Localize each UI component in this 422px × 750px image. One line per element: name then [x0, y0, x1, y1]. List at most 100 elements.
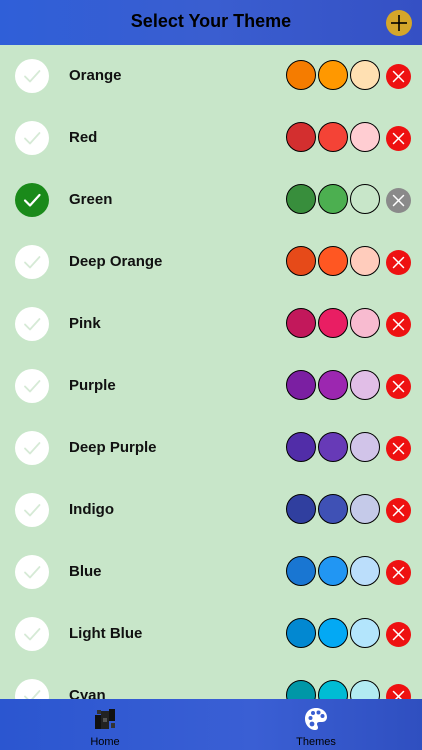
delete-theme-button[interactable] [386, 188, 411, 213]
color-swatch [318, 494, 348, 524]
close-icon [392, 566, 405, 579]
color-swatch [318, 680, 348, 699]
delete-theme-button[interactable] [386, 560, 411, 585]
tab-bar: Home Themes [0, 699, 422, 750]
close-icon [392, 442, 405, 455]
tab-themes[interactable]: Themes [266, 699, 366, 750]
select-theme-button[interactable] [15, 59, 49, 93]
color-swatch [286, 494, 316, 524]
color-swatch [318, 184, 348, 214]
theme-row[interactable]: Cyan [0, 665, 422, 699]
theme-row[interactable]: Blue [0, 541, 422, 603]
delete-theme-button[interactable] [386, 312, 411, 337]
theme-row[interactable]: Orange [0, 45, 422, 107]
theme-name: Deep Purple [69, 439, 157, 456]
color-swatch [286, 370, 316, 400]
delete-theme-button[interactable] [386, 126, 411, 151]
theme-row[interactable]: Deep Orange [0, 231, 422, 293]
close-icon [392, 194, 405, 207]
checkmark-icon [23, 193, 41, 207]
select-theme-button[interactable] [15, 555, 49, 589]
delete-theme-button[interactable] [386, 436, 411, 461]
color-swatch [318, 618, 348, 648]
theme-name: Deep Orange [69, 253, 163, 270]
delete-theme-button[interactable] [386, 498, 411, 523]
theme-name: Cyan [69, 687, 106, 699]
color-swatch [286, 556, 316, 586]
delete-theme-button[interactable] [386, 374, 411, 399]
close-icon [392, 70, 405, 83]
close-icon [392, 256, 405, 269]
add-theme-button[interactable] [386, 10, 412, 36]
delete-theme-button[interactable] [386, 622, 411, 647]
select-theme-button[interactable] [15, 431, 49, 465]
checkmark-icon [24, 566, 41, 579]
page-title: Select Your Theme [130, 11, 292, 31]
tab-themes-label: Themes [296, 736, 336, 748]
select-theme-button[interactable] [15, 369, 49, 403]
select-theme-button[interactable] [15, 617, 49, 651]
home-icon [95, 709, 115, 729]
theme-row[interactable]: Indigo [0, 479, 422, 541]
select-theme-button[interactable] [15, 307, 49, 341]
select-theme-button[interactable] [15, 245, 49, 279]
color-swatch [318, 308, 348, 338]
color-swatch [350, 680, 380, 699]
theme-row[interactable]: Red [0, 107, 422, 169]
checkmark-icon [24, 256, 41, 269]
top-bar: Select Your Theme [0, 0, 422, 45]
theme-name: Purple [69, 377, 116, 394]
color-swatch [318, 556, 348, 586]
color-swatch [350, 618, 380, 648]
close-icon [392, 132, 405, 145]
theme-row[interactable]: Green [0, 169, 422, 231]
theme-row[interactable]: Light Blue [0, 603, 422, 665]
close-icon [392, 504, 405, 517]
theme-row[interactable]: Deep Purple [0, 417, 422, 479]
color-swatch [286, 184, 316, 214]
select-theme-button[interactable] [15, 121, 49, 155]
select-theme-button[interactable] [15, 679, 49, 699]
color-swatch [286, 308, 316, 338]
delete-theme-button[interactable] [386, 684, 411, 699]
checkmark-icon [24, 690, 41, 699]
checkmark-icon [24, 70, 41, 83]
color-swatch [318, 246, 348, 276]
color-swatch [286, 432, 316, 462]
color-swatch [350, 246, 380, 276]
color-swatch [350, 308, 380, 338]
color-swatch [318, 122, 348, 152]
color-swatch [286, 680, 316, 699]
color-swatch [350, 370, 380, 400]
checkmark-icon [24, 380, 41, 393]
checkmark-icon [24, 318, 41, 331]
color-swatch [286, 122, 316, 152]
select-theme-button[interactable] [15, 183, 49, 217]
plus-icon [391, 15, 407, 31]
theme-name: Orange [69, 67, 122, 84]
color-swatch [318, 432, 348, 462]
close-icon [392, 690, 405, 699]
tab-home-label: Home [90, 736, 120, 748]
color-swatch [318, 370, 348, 400]
close-icon [392, 380, 405, 393]
delete-theme-button[interactable] [386, 250, 411, 275]
color-swatch [350, 184, 380, 214]
color-swatch [318, 60, 348, 90]
tab-home[interactable]: Home [55, 699, 155, 750]
checkmark-icon [24, 442, 41, 455]
theme-name: Indigo [69, 501, 114, 518]
color-swatch [350, 60, 380, 90]
checkmark-icon [24, 504, 41, 517]
checkmark-icon [24, 132, 41, 145]
palette-icon [305, 708, 327, 730]
color-swatch [286, 618, 316, 648]
theme-row[interactable]: Pink [0, 293, 422, 355]
select-theme-button[interactable] [15, 493, 49, 527]
theme-name: Pink [69, 315, 101, 332]
theme-name: Red [69, 129, 98, 146]
delete-theme-button[interactable] [386, 64, 411, 89]
theme-list[interactable]: Orange Red Green Deep Orange Pink Purple Deep … [0, 45, 422, 699]
color-swatch [350, 432, 380, 462]
theme-row[interactable]: Purple [0, 355, 422, 417]
